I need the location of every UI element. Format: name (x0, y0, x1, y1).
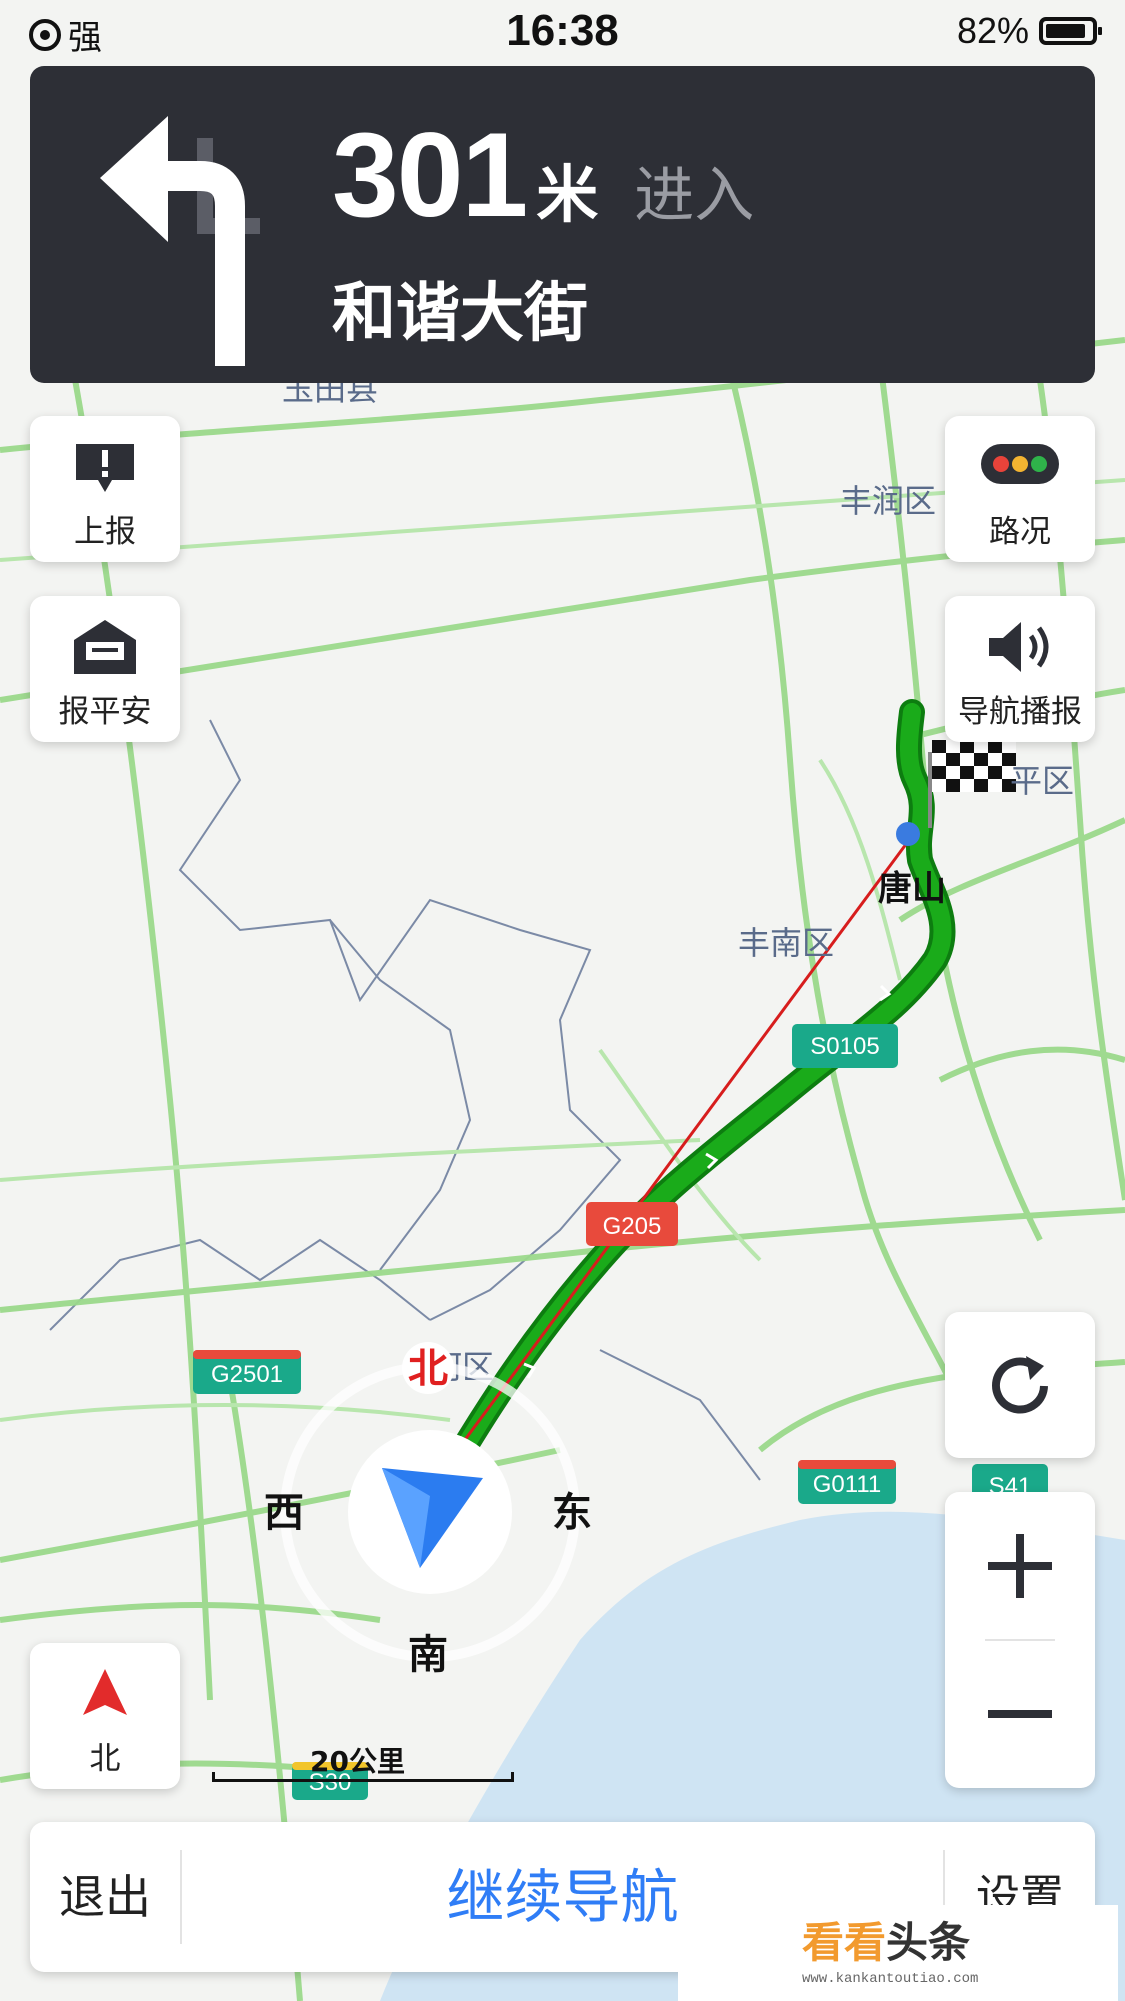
map-scale-bar: 20公里 (212, 1740, 514, 1790)
status-bar: 强 16:38 82% (0, 0, 1125, 62)
distance-readout: 301 米 进入 (332, 106, 754, 244)
speaker-icon (989, 622, 1049, 672)
north-arrow-icon (83, 1669, 127, 1715)
north-up-label: 北 (89, 1741, 121, 1777)
report-label: 上报 (74, 514, 136, 550)
place-label: 丰润区 (840, 483, 936, 519)
svg-text:G0111: G0111 (813, 1471, 882, 1498)
traffic-button[interactable]: 路况 (945, 416, 1095, 562)
recenter-button[interactable] (945, 1312, 1095, 1458)
battery-icon (1039, 17, 1102, 45)
navigation-instruction-panel: 301 米 进入 和谐大街 (30, 66, 1095, 383)
north-up-button[interactable]: 北 (30, 1643, 180, 1789)
next-street-name: 和谐大街 (332, 277, 588, 351)
road-shield: G0111 (798, 1460, 896, 1504)
road-shield: S0105 (792, 1024, 898, 1068)
traffic-label: 路况 (989, 514, 1051, 550)
svg-text:G2501: G2501 (211, 1361, 283, 1388)
voice-broadcast-button[interactable]: 导航播报 (945, 596, 1095, 742)
compass-west-label: 西 (264, 1491, 304, 1535)
envelope-icon (74, 620, 136, 674)
scale-line (212, 1772, 514, 1782)
city-label: 唐山 (878, 869, 946, 908)
svg-text:S0105: S0105 (810, 1033, 879, 1060)
road-shield: G205 (586, 1202, 678, 1246)
zoom-in-button[interactable] (945, 1492, 1095, 1640)
watermark: 看看头条 www.kankantoutiao.com (678, 1905, 1118, 2001)
compass-north-label: 北 (408, 1347, 448, 1391)
turn-left-arrow-icon (100, 116, 260, 366)
watermark-brand: 看看头条 (802, 1909, 970, 1970)
compass-east-label: 东 (552, 1491, 592, 1535)
battery-percent: 82% (956, 10, 1029, 51)
watermark-brand-b: 头条 (886, 1918, 971, 1967)
refresh-icon (992, 1356, 1048, 1414)
battery-indicator: 82% (956, 10, 1102, 52)
place-label: 丰南区 (738, 925, 834, 961)
svg-text:G205: G205 (603, 1213, 662, 1240)
alert-bubble-icon (76, 444, 134, 492)
voice-broadcast-label: 导航播报 (958, 694, 1082, 730)
exit-button[interactable]: 退出 (30, 1822, 180, 1972)
place-label: 平区 (1010, 763, 1074, 799)
distance-value: 301 (332, 108, 528, 242)
plus-icon (988, 1534, 1052, 1598)
minus-icon (988, 1710, 1052, 1718)
safe-check-in-label: 报平安 (58, 694, 152, 730)
zoom-out-button[interactable] (945, 1640, 1095, 1788)
safe-check-in-button[interactable]: 报平安 (30, 596, 180, 742)
compass-south-label: 南 (408, 1633, 448, 1677)
traffic-light-icon (981, 444, 1059, 484)
distance-unit: 米 (536, 161, 599, 230)
road-shield: G2501 (193, 1350, 301, 1394)
watermark-url: www.kankantoutiao.com (802, 1971, 979, 1987)
straight-line-to-destination (448, 831, 917, 1461)
zoom-controls (945, 1492, 1095, 1788)
watermark-brand-a: 看看 (802, 1918, 887, 1967)
maneuver-action: 进入 (634, 162, 755, 229)
report-button[interactable]: 上报 (30, 416, 180, 562)
